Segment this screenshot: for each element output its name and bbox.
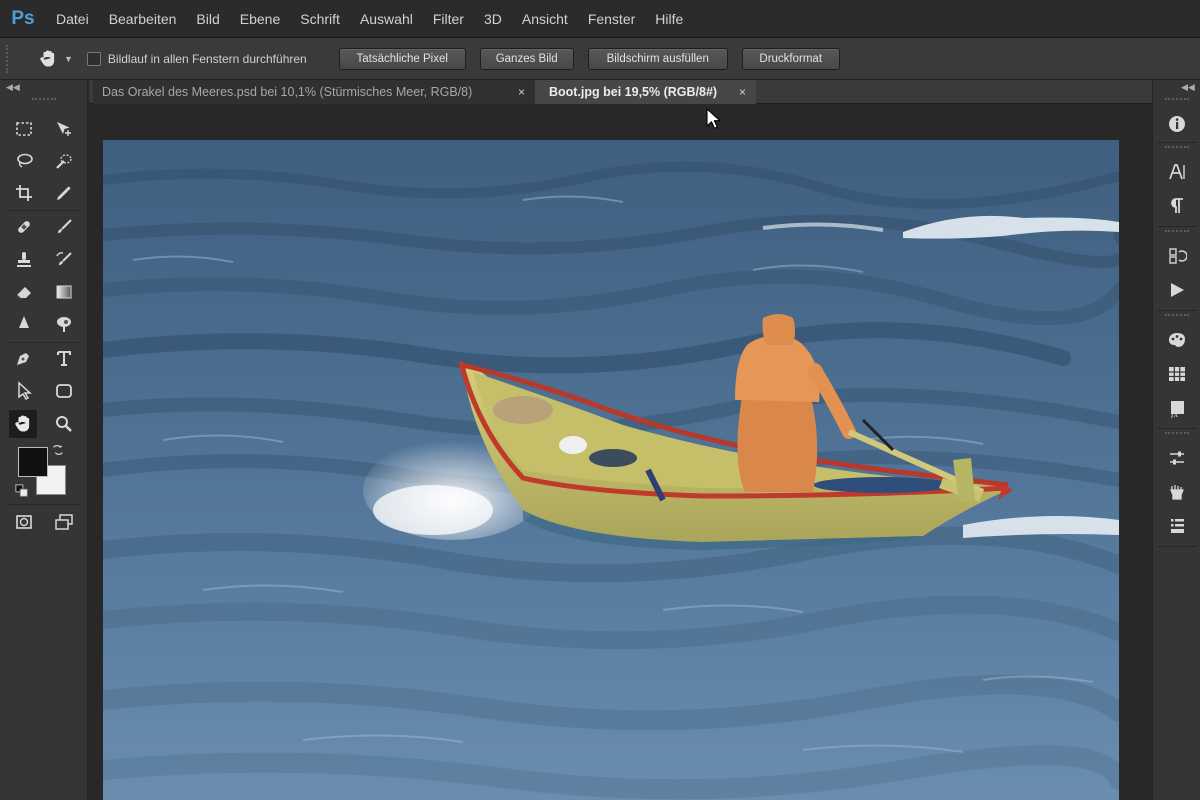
menu-ansicht[interactable]: Ansicht: [512, 0, 578, 38]
photoshop-logo: Ps: [11, 7, 35, 29]
pen-tool-icon[interactable]: [10, 344, 38, 372]
menu-filter[interactable]: Filter: [423, 0, 474, 38]
dock-divider: [1157, 142, 1197, 143]
styles-icon[interactable]: fx: [1161, 394, 1193, 422]
menu-fenster[interactable]: Fenster: [578, 0, 645, 38]
document-tab-bar: Das Orakel des Meeres.psd bei 10,1% (Stü…: [89, 80, 1152, 104]
lasso-tool-icon[interactable]: [10, 147, 38, 175]
document-area: Das Orakel des Meeres.psd bei 10,1% (Stü…: [89, 80, 1152, 800]
blur-tool-icon[interactable]: [10, 310, 38, 338]
tools-panel-grip[interactable]: [32, 98, 56, 101]
character-icon[interactable]: [1161, 158, 1193, 186]
rectangle-shape-tool-icon[interactable]: [50, 377, 78, 405]
dock-divider: [1157, 310, 1197, 311]
foreground-color-swatch[interactable]: [18, 447, 48, 477]
menu-bild[interactable]: Bild: [186, 0, 229, 38]
swap-colors-icon[interactable]: [50, 442, 66, 458]
menu-auswahl[interactable]: Auswahl: [350, 0, 423, 38]
scroll-all-windows-label: Bildlauf in allen Fenstern durchführen: [107, 51, 307, 66]
document-tab-label: Boot.jpg bei 19,5% (RGB/8#): [549, 85, 718, 99]
dock-grip[interactable]: [1165, 98, 1189, 100]
zoom-tool-icon[interactable]: [50, 410, 78, 438]
dodge-tool-icon[interactable]: [50, 310, 78, 338]
expand-panels-icon[interactable]: ◀◀: [1181, 82, 1195, 93]
collapse-panel-icon[interactable]: ◀◀: [6, 82, 20, 93]
color-icon[interactable]: [1161, 326, 1193, 354]
history-brush-tool-icon[interactable]: [50, 246, 78, 274]
rectangular-marquee-tool-icon[interactable]: [10, 115, 38, 143]
actions-icon[interactable]: [1161, 276, 1193, 304]
tools-divider: [8, 210, 80, 211]
crop-tool-icon[interactable]: [10, 179, 38, 207]
dock-grip[interactable]: [1165, 432, 1189, 434]
menu-bearbeiten[interactable]: Bearbeiten: [99, 0, 187, 38]
dock-grip[interactable]: [1165, 230, 1189, 232]
panel-dock: ◀◀ fx: [1152, 80, 1200, 800]
menu-schrift[interactable]: Schrift: [290, 0, 350, 38]
fill-screen-button[interactable]: Bildschirm ausfüllen: [587, 47, 728, 70]
screen-mode-icon[interactable]: [50, 508, 78, 536]
options-bar-grip[interactable]: [6, 44, 12, 73]
paragraph-icon[interactable]: [1161, 192, 1193, 220]
svg-text:fx: fx: [1171, 409, 1179, 418]
layers-icon[interactable]: [1161, 512, 1193, 540]
mouse-cursor-icon: [706, 108, 721, 129]
dock-divider: [1157, 546, 1197, 547]
eyedropper-tool-icon[interactable]: [50, 179, 78, 207]
properties-icon[interactable]: [1161, 478, 1193, 506]
default-colors-icon[interactable]: [14, 483, 30, 499]
move-tool-icon[interactable]: [50, 115, 78, 143]
quick-selection-tool-icon[interactable]: [50, 147, 78, 175]
document-tab-label: Das Orakel des Meeres.psd bei 10,1% (Stü…: [102, 85, 473, 99]
close-tab-icon[interactable]: ×: [739, 85, 746, 99]
type-tool-icon[interactable]: [50, 344, 78, 372]
boat-photo: [103, 140, 1119, 800]
tools-divider: [8, 342, 80, 343]
gradient-tool-icon[interactable]: [50, 278, 78, 306]
options-bar: ▼ Bildlauf in allen Fenstern durchführen…: [0, 38, 1200, 80]
scroll-all-windows-checkbox[interactable]: [86, 51, 101, 66]
adjustments-icon[interactable]: [1161, 444, 1193, 472]
document-canvas[interactable]: [103, 140, 1119, 800]
info-icon[interactable]: [1161, 110, 1193, 138]
close-tab-icon[interactable]: ×: [518, 85, 525, 99]
path-selection-tool-icon[interactable]: [10, 377, 38, 405]
actual-pixels-button[interactable]: Tatsächliche Pixel: [338, 47, 466, 70]
dock-divider: [1157, 428, 1197, 429]
clone-stamp-tool-icon[interactable]: [10, 246, 38, 274]
tools-divider: [8, 504, 80, 505]
print-size-button[interactable]: Druckformat: [741, 47, 840, 70]
photoshop-window: Ps Datei Bearbeiten Bild Ebene Schrift A…: [0, 0, 1200, 800]
hand-tool-icon[interactable]: [9, 410, 37, 438]
quick-mask-icon[interactable]: [10, 508, 38, 536]
dock-grip[interactable]: [1165, 314, 1189, 316]
hand-icon[interactable]: [34, 45, 62, 73]
brush-tool-icon[interactable]: [50, 213, 78, 241]
menu-ebene[interactable]: Ebene: [230, 0, 290, 38]
fit-screen-button[interactable]: Ganzes Bild: [479, 47, 574, 70]
document-tab-boot[interactable]: Boot.jpg bei 19,5% (RGB/8#) ×: [535, 80, 756, 104]
pasteboard: [89, 104, 1152, 140]
menu-datei[interactable]: Datei: [46, 0, 99, 38]
healing-brush-tool-icon[interactable]: [10, 213, 38, 241]
history-icon[interactable]: [1161, 242, 1193, 270]
menu-bar: Ps Datei Bearbeiten Bild Ebene Schrift A…: [0, 0, 1200, 38]
swatches-icon[interactable]: [1161, 360, 1193, 388]
dock-grip[interactable]: [1165, 146, 1189, 148]
document-tab-orakel[interactable]: Das Orakel des Meeres.psd bei 10,1% (Stü…: [93, 80, 535, 104]
eraser-tool-icon[interactable]: [10, 278, 38, 306]
menu-hilfe[interactable]: Hilfe: [645, 0, 693, 38]
dock-divider: [1157, 226, 1197, 227]
menu-3d[interactable]: 3D: [474, 0, 512, 38]
tool-preset-caret-icon[interactable]: ▼: [64, 54, 73, 64]
tools-panel: ◀◀: [0, 80, 88, 800]
